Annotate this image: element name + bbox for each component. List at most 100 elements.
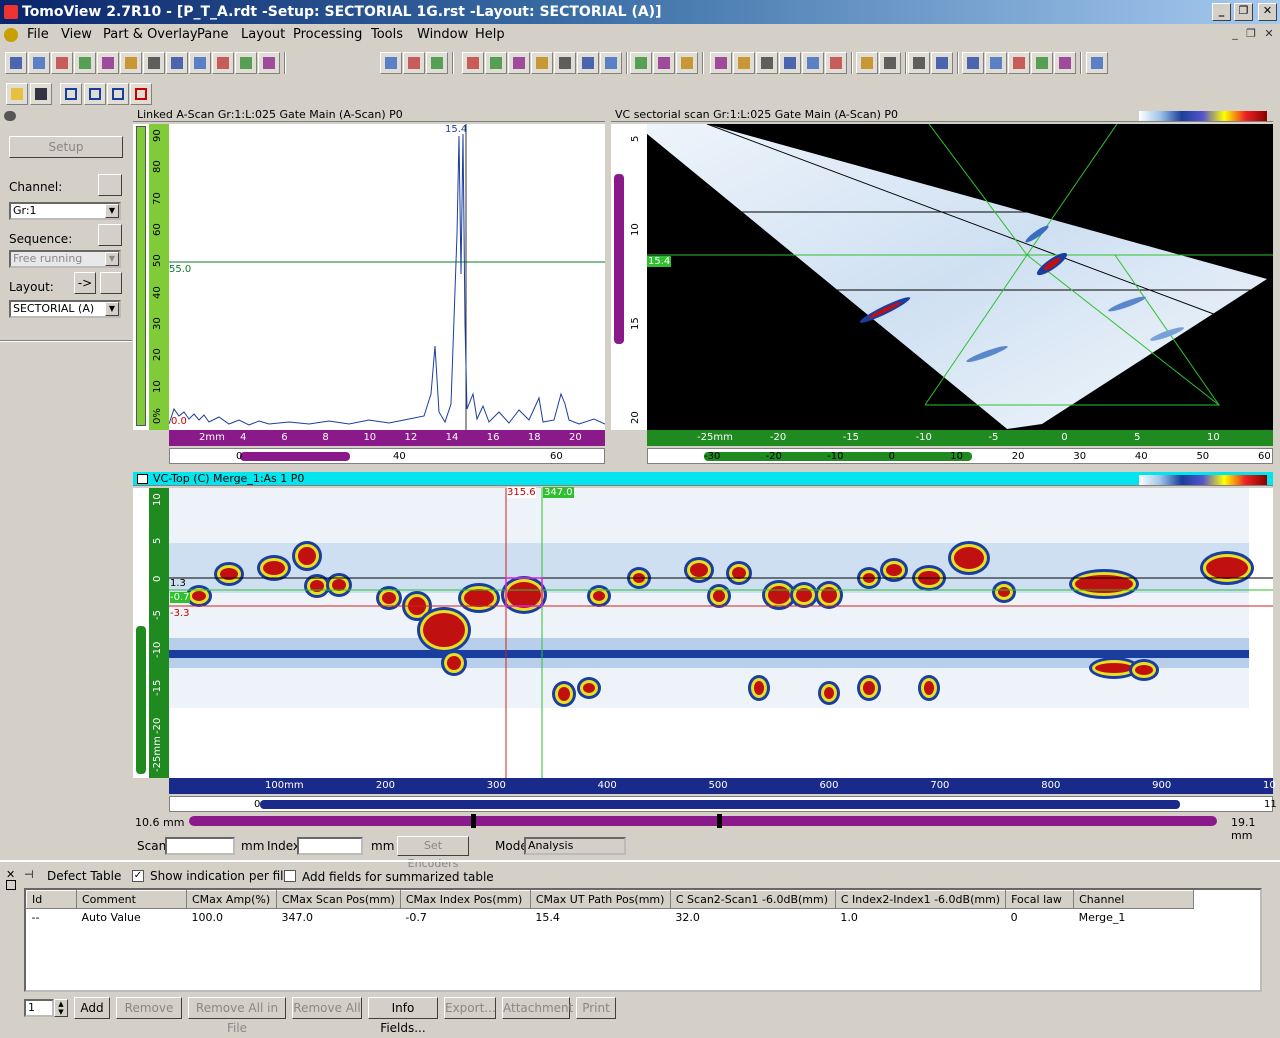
mdi-restore-button[interactable]: ❐: [1244, 28, 1258, 42]
table-row[interactable]: -- Auto Value 100.0 347.0 -0.7 15.4 32.0 1.0 0 Me…: [27, 909, 1194, 927]
toolbar-tool-10-icon[interactable]: [235, 52, 257, 74]
toolbar-tool-13-icon[interactable]: [403, 52, 425, 74]
toolbar-tool-31-icon[interactable]: [856, 52, 878, 74]
toolbar-tool-17-icon[interactable]: [508, 52, 530, 74]
sequence-select[interactable]: Free running ▼: [9, 250, 121, 268]
toolbar-tool-15-icon[interactable]: [462, 52, 484, 74]
sectorial-plot[interactable]: 15.4: [647, 123, 1273, 430]
open-icon[interactable]: [6, 83, 28, 105]
maximize-button[interactable]: ❐: [1234, 3, 1253, 21]
toolbar-tool-25-icon[interactable]: [710, 52, 732, 74]
add-fields-checkbox[interactable]: [284, 870, 296, 882]
range-slider[interactable]: [189, 814, 1217, 828]
toolbar-tool-22-icon[interactable]: [630, 52, 652, 74]
index-input[interactable]: [297, 837, 363, 855]
column-header[interactable]: CMax UT Path Pos(mm): [529, 890, 671, 909]
remove-button[interactable]: Remove: [116, 997, 182, 1019]
toolbar-tool-36-icon[interactable]: [985, 52, 1007, 74]
toolbar-tool-21-icon[interactable]: [600, 52, 622, 74]
menu-help[interactable]: Help: [475, 27, 505, 42]
ascan-scroll-thumb[interactable]: [240, 452, 350, 461]
toolbar-tool-6-icon[interactable]: [143, 52, 165, 74]
info-fields-button[interactable]: Info Fields...: [368, 997, 438, 1035]
save-icon[interactable]: [30, 83, 52, 105]
toolbar-tool-3-icon[interactable]: [74, 52, 96, 74]
column-header[interactable]: Id: [26, 890, 77, 909]
layout-edit-icon[interactable]: [100, 272, 122, 294]
toolbar-tool-2-icon[interactable]: [51, 52, 73, 74]
column-header[interactable]: C Scan2-Scan1 -6.0dB(mm): [669, 890, 836, 909]
toolbar-tool-30-icon[interactable]: [825, 52, 847, 74]
ascan-plot[interactable]: 15.4 55.0 0.0: [168, 124, 606, 430]
remove-all-in-file-button[interactable]: Remove All in File: [188, 997, 286, 1035]
toolbar-tool-16-icon[interactable]: [485, 52, 507, 74]
menu-layout[interactable]: Layout: [241, 27, 285, 42]
sectorial-x-axis-2[interactable]: -30 -20 -10 0 10 20 30 40 50 60: [647, 448, 1273, 464]
toolbar-tool-9-icon[interactable]: [212, 52, 234, 74]
toolbar-tool-19-icon[interactable]: [554, 52, 576, 74]
sequence-gear-icon[interactable]: [98, 224, 122, 246]
toolbar-tool-20-icon[interactable]: [577, 52, 599, 74]
topview-x-axis-2[interactable]: 0 11: [169, 796, 1277, 812]
float-icon[interactable]: [6, 880, 16, 890]
toolbar-tool-38-icon[interactable]: [1031, 52, 1053, 74]
toolbar-tool-28-icon[interactable]: [779, 52, 801, 74]
mdi-minimize-button[interactable]: _: [1228, 28, 1242, 42]
channel-ut-icon[interactable]: [98, 174, 122, 196]
spinner-arrows-icon[interactable]: ▲ ▼: [54, 999, 68, 1017]
toolbar-tool-0-icon[interactable]: [5, 52, 27, 74]
toolbar-tool-39-icon[interactable]: [1054, 52, 1076, 74]
range-handle-right[interactable]: [717, 814, 722, 828]
toolbar-tool-26-icon[interactable]: [733, 52, 755, 74]
toolbar-tool-37-icon[interactable]: [1008, 52, 1030, 74]
column-header[interactable]: CMax Index Pos(mm): [399, 890, 531, 909]
toolbar-tool-4-icon[interactable]: [97, 52, 119, 74]
cascade-icon[interactable]: [60, 83, 82, 105]
sectorial-pane[interactable]: VC sectorial scan Gr:1:L:025 Gate Main (…: [611, 108, 1273, 466]
set-encoders-button[interactable]: Set Encoders: [397, 836, 469, 870]
menu-file[interactable]: File: [27, 27, 49, 42]
scan-input[interactable]: [165, 837, 235, 855]
topview-pane[interactable]: VC-Top (C) Merge_1:As 1 P0 10 5 0 -5 -10 -15 -…: [133, 472, 1277, 842]
setup-button[interactable]: Setup: [9, 136, 123, 158]
toolbar-tool-33-icon[interactable]: [908, 52, 930, 74]
column-header[interactable]: C Index2-Index1 -6.0dB(mm): [834, 890, 1007, 909]
column-header[interactable]: Focal law: [1005, 890, 1075, 909]
show-indication-checkbox[interactable]: ✓: [132, 870, 144, 882]
toolbar-tool-34-icon[interactable]: [931, 52, 953, 74]
count-spinner[interactable]: 1: [24, 999, 54, 1017]
chevron-down-icon[interactable]: ▼: [105, 204, 119, 218]
doc-icon[interactable]: [4, 28, 18, 42]
toolbar-tool-1-icon[interactable]: [28, 52, 50, 74]
layout-apply-button[interactable]: ->: [74, 272, 96, 294]
layout-select[interactable]: SECTORIAL (A) ▼: [9, 300, 121, 318]
ascan-x-axis-2[interactable]: 0 40 60: [169, 448, 605, 464]
ascan-pane[interactable]: Linked A-Scan Gr:1:L:025 Gate Main (A-Sc…: [133, 108, 606, 466]
close-all-icon[interactable]: [130, 83, 152, 105]
remove-all-button[interactable]: Remove All: [292, 997, 362, 1019]
print-button[interactable]: Print: [576, 997, 616, 1019]
view-icon[interactable]: [137, 474, 148, 484]
channel-select[interactable]: Gr:1 ▼: [9, 202, 121, 220]
topview-plot[interactable]: 315.6 347.0 1.3 -0.7 -3.3: [169, 487, 1273, 778]
mdi-close-button[interactable]: ✕: [1262, 28, 1276, 42]
toolbar-tool-24-icon[interactable]: [676, 52, 698, 74]
menu-part-overlay[interactable]: Part & Overlay: [103, 27, 198, 42]
toolbar-tool-29-icon[interactable]: [802, 52, 824, 74]
pin-icon[interactable]: ⊣: [24, 868, 34, 881]
toolbar-tool-23-icon[interactable]: [653, 52, 675, 74]
tile-horizontal-icon[interactable]: [84, 83, 106, 105]
toolbar-tool-12-icon[interactable]: [380, 52, 402, 74]
range-handle-left[interactable]: [471, 814, 476, 828]
export-button[interactable]: Export...: [444, 997, 496, 1019]
tile-vertical-icon[interactable]: [107, 83, 129, 105]
toolbar-tool-5-icon[interactable]: [120, 52, 142, 74]
chevron-down-icon[interactable]: ▼: [105, 302, 119, 316]
toolbar-tool-8-icon[interactable]: [189, 52, 211, 74]
chevron-down-icon[interactable]: ▼: [105, 252, 119, 266]
toolbar-tool-18-icon[interactable]: [531, 52, 553, 74]
column-header[interactable]: Comment: [76, 890, 187, 909]
toolbar-tool-27-icon[interactable]: [756, 52, 778, 74]
toolbar-tool-11-icon[interactable]: [258, 52, 280, 74]
menu-processing[interactable]: Processing: [293, 27, 362, 42]
